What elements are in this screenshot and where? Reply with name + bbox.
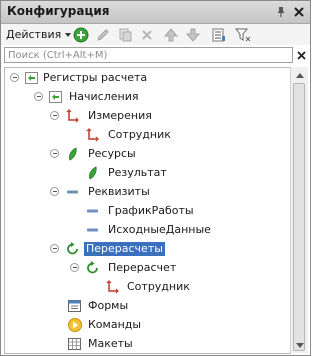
tree-item-label: Ресурсы	[88, 147, 136, 160]
collapse-toggle[interactable]	[70, 263, 79, 272]
close-icon[interactable]	[292, 4, 306, 19]
tree-item-forms[interactable]: Формы	[5, 297, 291, 315]
tree-item-accruals[interactable]: Начисления	[5, 88, 291, 106]
collapse-toggle[interactable]	[10, 73, 19, 82]
dimension-icon	[85, 127, 101, 143]
recalculation-icon	[85, 260, 101, 276]
tree-item-label: Сотрудник	[108, 128, 171, 141]
tree-item-label: Реквизиты	[88, 185, 150, 198]
tree-item-attributes[interactable]: Реквизиты	[5, 183, 291, 201]
metadata-tree: Регистры расчета Начисления Измерения Со…	[4, 67, 291, 354]
tree-item-label: Перерасчеты	[84, 242, 165, 256]
scroll-down-icon[interactable]	[291, 338, 308, 352]
actions-menu-button[interactable]: Действия	[6, 27, 72, 42]
tree-item-result[interactable]: Результат	[5, 164, 291, 182]
tree-item-work-schedule[interactable]: ГрафикРаботы	[5, 202, 291, 220]
attribute-icon	[85, 203, 101, 219]
tree-item-label: Макеты	[88, 337, 133, 350]
tree-item-commands[interactable]: Команды	[5, 316, 291, 334]
command-icon	[67, 317, 83, 333]
search-input[interactable]	[4, 47, 293, 63]
calc-register-icon	[24, 70, 40, 86]
configuration-panel: Конфигурация Действия Поиск (Ctrl+Alt+M)…	[0, 0, 311, 356]
tree-item-source-data[interactable]: ИсходныеДанные	[5, 221, 291, 239]
window-title: Конфигурация	[7, 4, 110, 18]
dimension-icon	[105, 279, 121, 295]
tree-scrollbar[interactable]	[290, 67, 308, 353]
filter-icon[interactable]	[234, 27, 251, 43]
attribute-icon	[85, 222, 101, 238]
form-icon	[67, 298, 83, 314]
tree-item-label: Перерасчет	[108, 261, 177, 274]
collapse-toggle[interactable]	[50, 187, 59, 196]
clear-search-icon[interactable]	[295, 48, 307, 62]
tree-item-label: Регистры расчета	[43, 71, 148, 84]
list-icon[interactable]	[211, 27, 227, 43]
scroll-up-icon[interactable]	[291, 68, 308, 82]
tree-item-label: Измерения	[88, 109, 152, 122]
tree-item-label: ГрафикРаботы	[108, 204, 194, 217]
scrollbar-thumb[interactable]	[293, 83, 305, 351]
recalculation-icon	[65, 241, 81, 257]
tree-item-calc-registers[interactable]: Регистры расчета	[5, 69, 291, 87]
delete-icon[interactable]	[139, 27, 155, 43]
pin-icon[interactable]	[274, 4, 288, 19]
tree-item-dimensions[interactable]: Измерения	[5, 107, 291, 125]
tree-item-label: Формы	[88, 299, 129, 312]
resource-icon	[65, 146, 81, 162]
calc-register-icon	[48, 89, 64, 105]
toolbar: Действия	[1, 24, 310, 45]
tree-item-templates[interactable]: Макеты	[5, 335, 291, 353]
tree-item-resources[interactable]: Ресурсы	[5, 145, 291, 163]
add-icon[interactable]	[73, 27, 89, 43]
attribute-icon	[65, 184, 81, 200]
tree-item-employee[interactable]: Сотрудник	[5, 126, 291, 144]
edit-icon[interactable]	[95, 27, 111, 43]
title-bar: Конфигурация	[1, 1, 310, 24]
collapse-toggle[interactable]	[50, 149, 59, 158]
tree-item-recalculation[interactable]: Перерасчет	[5, 259, 291, 277]
collapse-toggle[interactable]	[50, 111, 59, 120]
tree-item-label: Сотрудник	[127, 280, 190, 293]
tree-item-label: Начисления	[69, 90, 139, 103]
move-down-icon[interactable]	[185, 27, 201, 43]
template-icon	[67, 336, 83, 352]
tree-item-recalculations[interactable]: Перерасчеты	[5, 240, 291, 258]
tree-item-label: Команды	[88, 318, 142, 331]
tree-item-label: Результат	[108, 166, 167, 179]
tree-item-recalc-employee[interactable]: Сотрудник	[5, 278, 291, 296]
copy-icon[interactable]	[117, 27, 133, 43]
collapse-toggle[interactable]	[34, 92, 43, 101]
chevron-down-icon	[65, 32, 72, 37]
tree-item-label: ИсходныеДанные	[108, 223, 211, 236]
move-up-icon[interactable]	[163, 27, 179, 43]
resource-icon	[85, 165, 101, 181]
dimension-icon	[65, 108, 81, 124]
collapse-toggle[interactable]	[50, 244, 59, 253]
actions-menu-label: Действия	[6, 28, 62, 41]
